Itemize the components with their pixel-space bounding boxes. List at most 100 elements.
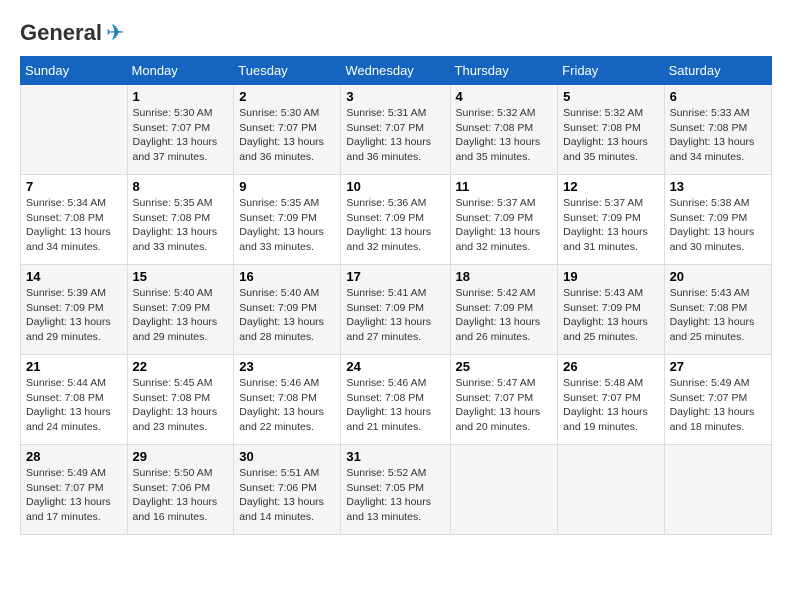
calendar-cell [664, 445, 771, 535]
sunrise-text: Sunrise: 5:34 AM [26, 196, 122, 211]
calendar-cell: 23 Sunrise: 5:46 AMSunset: 7:08 PMDayligh… [234, 355, 341, 445]
calendar-header-row: SundayMondayTuesdayWednesdayThursdayFrid… [21, 57, 772, 85]
daylight-text: Daylight: 13 hours and 34 minutes. [26, 225, 122, 254]
sunset-text: Sunset: 7:08 PM [133, 391, 229, 406]
day-info: Sunrise: 5:37 AMSunset: 7:09 PMDaylight:… [456, 196, 553, 255]
calendar-cell: 9 Sunrise: 5:35 AMSunset: 7:09 PMDaylight… [234, 175, 341, 265]
day-number: 6 [670, 89, 766, 104]
day-info: Sunrise: 5:38 AMSunset: 7:09 PMDaylight:… [670, 196, 766, 255]
day-info: Sunrise: 5:50 AMSunset: 7:06 PMDaylight:… [133, 466, 229, 525]
daylight-text: Daylight: 13 hours and 25 minutes. [670, 315, 766, 344]
sunset-text: Sunset: 7:08 PM [563, 121, 658, 136]
sunrise-text: Sunrise: 5:38 AM [670, 196, 766, 211]
calendar-week-3: 14Sunrise: 5:39 AMSunset: 7:09 PMDayligh… [21, 265, 772, 355]
sunset-text: Sunset: 7:09 PM [346, 211, 444, 226]
day-number: 31 [346, 449, 444, 464]
calendar-cell [21, 85, 128, 175]
day-info: Sunrise: 5:42 AMSunset: 7:09 PMDaylight:… [456, 286, 553, 345]
daylight-text: Daylight: 13 hours and 13 minutes. [346, 495, 444, 524]
day-info: Sunrise: 5:39 AMSunset: 7:09 PMDaylight:… [26, 286, 122, 345]
calendar-cell: 13 Sunrise: 5:38 AMSunset: 7:09 PMDayligh… [664, 175, 771, 265]
day-info: Sunrise: 5:41 AMSunset: 7:09 PMDaylight:… [346, 286, 444, 345]
calendar-cell: 11Sunrise: 5:37 AMSunset: 7:09 PMDayligh… [450, 175, 558, 265]
calendar-cell: 10Sunrise: 5:36 AMSunset: 7:09 PMDayligh… [341, 175, 450, 265]
day-number: 17 [346, 269, 444, 284]
calendar-cell: 21Sunrise: 5:44 AMSunset: 7:08 PMDayligh… [21, 355, 128, 445]
column-header-wednesday: Wednesday [341, 57, 450, 85]
daylight-text: Daylight: 13 hours and 35 minutes. [456, 135, 553, 164]
day-number: 24 [346, 359, 444, 374]
calendar-cell: 15Sunrise: 5:40 AMSunset: 7:09 PMDayligh… [127, 265, 234, 355]
calendar-table: SundayMondayTuesdayWednesdayThursdayFrid… [20, 56, 772, 535]
daylight-text: Daylight: 13 hours and 21 minutes. [346, 405, 444, 434]
day-info: Sunrise: 5:47 AMSunset: 7:07 PMDaylight:… [456, 376, 553, 435]
daylight-text: Daylight: 13 hours and 30 minutes. [670, 225, 766, 254]
day-info: Sunrise: 5:46 AMSunset: 7:08 PMDaylight:… [239, 376, 335, 435]
sunrise-text: Sunrise: 5:52 AM [346, 466, 444, 481]
calendar-cell: 2Sunrise: 5:30 AMSunset: 7:07 PMDaylight… [234, 85, 341, 175]
sunrise-text: Sunrise: 5:47 AM [456, 376, 553, 391]
day-number: 8 [133, 179, 229, 194]
sunset-text: Sunset: 7:06 PM [133, 481, 229, 496]
sunrise-text: Sunrise: 5:42 AM [456, 286, 553, 301]
sunset-text: Sunset: 7:09 PM [239, 301, 335, 316]
sunset-text: Sunset: 7:05 PM [346, 481, 444, 496]
day-number: 21 [26, 359, 122, 374]
calendar-week-5: 28 Sunrise: 5:49 AMSunset: 7:07 PM Dayligh… [21, 445, 772, 535]
calendar-week-2: 7Sunrise: 5:34 AMSunset: 7:08 PMDaylight… [21, 175, 772, 265]
sunset-text: Sunset: 7:08 PM [346, 391, 444, 406]
daylight-text: Daylight: 13 hours and 27 minutes. [346, 315, 444, 344]
day-number: 23 [239, 359, 335, 374]
day-number: 19 [563, 269, 658, 284]
sunset-text: Sunset: 7:07 PM [456, 391, 553, 406]
day-number: 16 [239, 269, 335, 284]
daylight-text: Daylight: 13 hours and 34 minutes. [670, 135, 766, 164]
day-info: Sunrise: 5:32 AMSunset: 7:08 PMDaylight:… [563, 106, 658, 165]
calendar-cell: 31 Sunrise: 5:52 AMSunset: 7:05 PMDayligh… [341, 445, 450, 535]
sunset-text: Sunset: 7:07 PM [26, 481, 122, 496]
sunrise-text: Sunrise: 5:33 AM [670, 106, 766, 121]
day-info: Sunrise: 5:35 AMSunset: 7:09 PMDaylight:… [239, 196, 335, 255]
calendar-cell: 4 Sunrise: 5:32 AMSunset: 7:08 PMDaylight… [450, 85, 558, 175]
day-info: Sunrise: 5:43 AMSunset: 7:08 PMDaylight:… [670, 286, 766, 345]
daylight-text: Daylight: 13 hours and 19 minutes. [563, 405, 658, 434]
day-info: Sunrise: 5:31 AMSunset: 7:07 PMDaylight:… [346, 106, 444, 165]
daylight-text: Daylight: 13 hours and 28 minutes. [239, 315, 335, 344]
day-number: 13 [670, 179, 766, 194]
day-number: 28 [26, 449, 122, 464]
sunset-text: Sunset: 7:09 PM [563, 211, 658, 226]
sunset-text: Sunset: 7:08 PM [456, 121, 553, 136]
sunrise-text: Sunrise: 5:50 AM [133, 466, 229, 481]
sunrise-text: Sunrise: 5:46 AM [346, 376, 444, 391]
calendar-cell: 25Sunrise: 5:47 AMSunset: 7:07 PMDayligh… [450, 355, 558, 445]
sunset-text: Sunset: 7:07 PM [239, 121, 335, 136]
sunrise-text: Sunrise: 5:48 AM [563, 376, 658, 391]
calendar-cell: 6Sunrise: 5:33 AMSunset: 7:08 PMDaylight… [664, 85, 771, 175]
day-number: 1 [133, 89, 229, 104]
day-number: 30 [239, 449, 335, 464]
day-number: 9 [239, 179, 335, 194]
sunset-text: Sunset: 7:09 PM [26, 301, 122, 316]
calendar-cell: 24 Sunrise: 5:46 AMSunset: 7:08 PMDayligh… [341, 355, 450, 445]
sunrise-text: Sunrise: 5:32 AM [456, 106, 553, 121]
calendar-cell: 5Sunrise: 5:32 AMSunset: 7:08 PMDaylight… [558, 85, 664, 175]
calendar-cell: 7Sunrise: 5:34 AMSunset: 7:08 PMDaylight… [21, 175, 128, 265]
calendar-week-1: 1Sunrise: 5:30 AMSunset: 7:07 PMDaylight… [21, 85, 772, 175]
day-info: Sunrise: 5:48 AMSunset: 7:07 PMDaylight:… [563, 376, 658, 435]
day-info: Sunrise: 5:34 AMSunset: 7:08 PMDaylight:… [26, 196, 122, 255]
day-info: Sunrise: 5:40 AMSunset: 7:09 PMDaylight:… [239, 286, 335, 345]
day-number: 10 [346, 179, 444, 194]
sunset-text: Sunset: 7:08 PM [26, 391, 122, 406]
day-number: 26 [563, 359, 658, 374]
day-number: 4 [456, 89, 553, 104]
logo-general: General [20, 20, 102, 46]
daylight-text: Daylight: 13 hours and 33 minutes. [239, 225, 335, 254]
daylight-text: Daylight: 13 hours and 23 minutes. [133, 405, 229, 434]
sunrise-text: Sunrise: 5:49 AM [26, 466, 122, 481]
sunrise-text: Sunrise: 5:46 AM [239, 376, 335, 391]
calendar-cell: 16 Sunrise: 5:40 AMSunset: 7:09 PMDayligh… [234, 265, 341, 355]
day-number: 12 [563, 179, 658, 194]
sunrise-text: Sunrise: 5:35 AM [239, 196, 335, 211]
sunrise-text: Sunrise: 5:37 AM [563, 196, 658, 211]
calendar-cell: 8Sunrise: 5:35 AMSunset: 7:08 PMDaylight… [127, 175, 234, 265]
